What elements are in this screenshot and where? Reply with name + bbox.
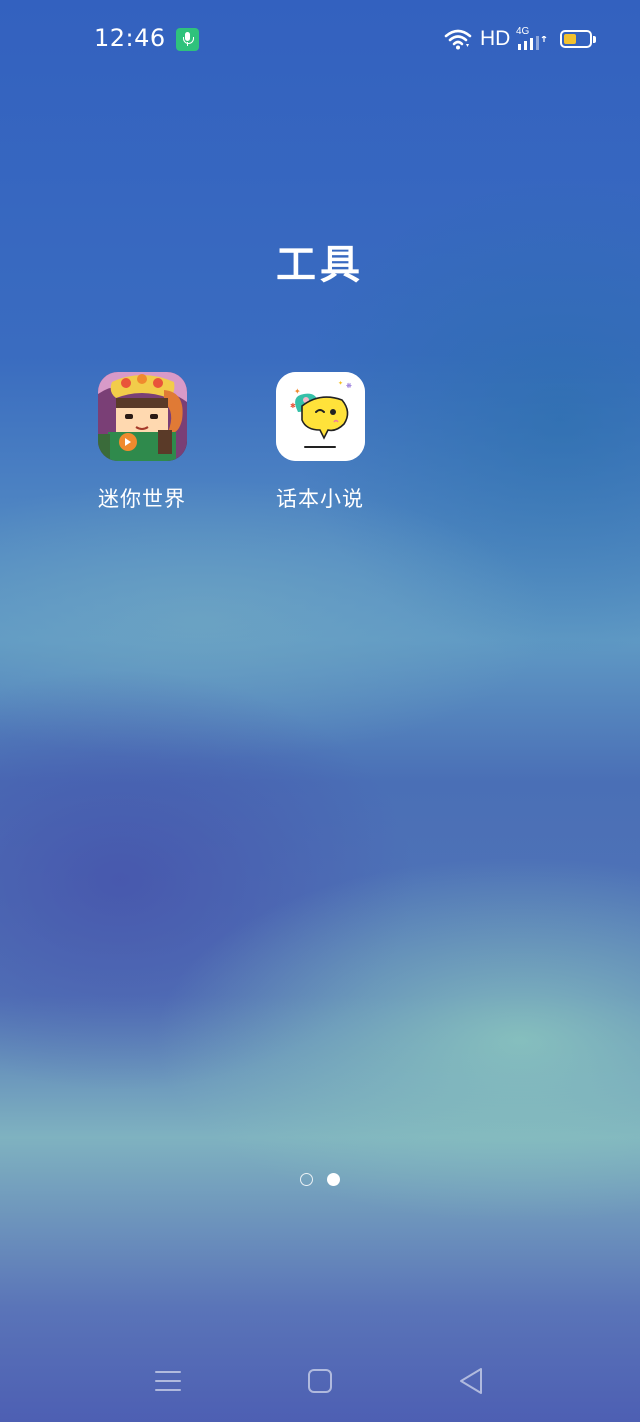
folder-title[interactable]: 工具 [0, 232, 640, 290]
svg-text:✱: ✱ [290, 402, 296, 410]
home-icon[interactable] [303, 1364, 337, 1398]
svg-text:✦: ✦ [338, 380, 343, 387]
wifi-icon [444, 29, 472, 50]
page-dot-2-active[interactable] [327, 1173, 340, 1186]
back-icon[interactable] [455, 1364, 489, 1398]
cellular-signal-icon: 4G [516, 26, 548, 52]
app-mini-world[interactable]: 迷你世界 [72, 372, 212, 513]
menu-icon[interactable] [151, 1364, 185, 1398]
navigation-bar [0, 1350, 640, 1410]
battery-level [564, 34, 576, 44]
status-bar: 12:46 HD 4G [0, 0, 640, 80]
app-label-huaben-novel: 话本小说 [276, 487, 364, 511]
app-label-mini-world: 迷你世界 [98, 487, 186, 511]
mini-world-game-icon[interactable] [97, 372, 187, 461]
page-indicator[interactable] [0, 1173, 640, 1187]
app-huaben-novel[interactable]: ✦ ❋ ✦ ✱ 话本小说 [250, 372, 390, 513]
svg-text:❋: ❋ [346, 382, 352, 390]
hd-voice-indicator: HD [480, 27, 511, 50]
microphone-in-use-icon [176, 28, 199, 51]
svg-text:✦: ✦ [294, 387, 301, 396]
page-dot-1[interactable] [300, 1173, 313, 1186]
battery-icon [560, 30, 592, 48]
huaben-novel-chat-bubble-icon[interactable]: ✦ ❋ ✦ ✱ [275, 372, 365, 461]
battery-cap [593, 36, 596, 43]
status-time: 12:46 [94, 24, 166, 52]
